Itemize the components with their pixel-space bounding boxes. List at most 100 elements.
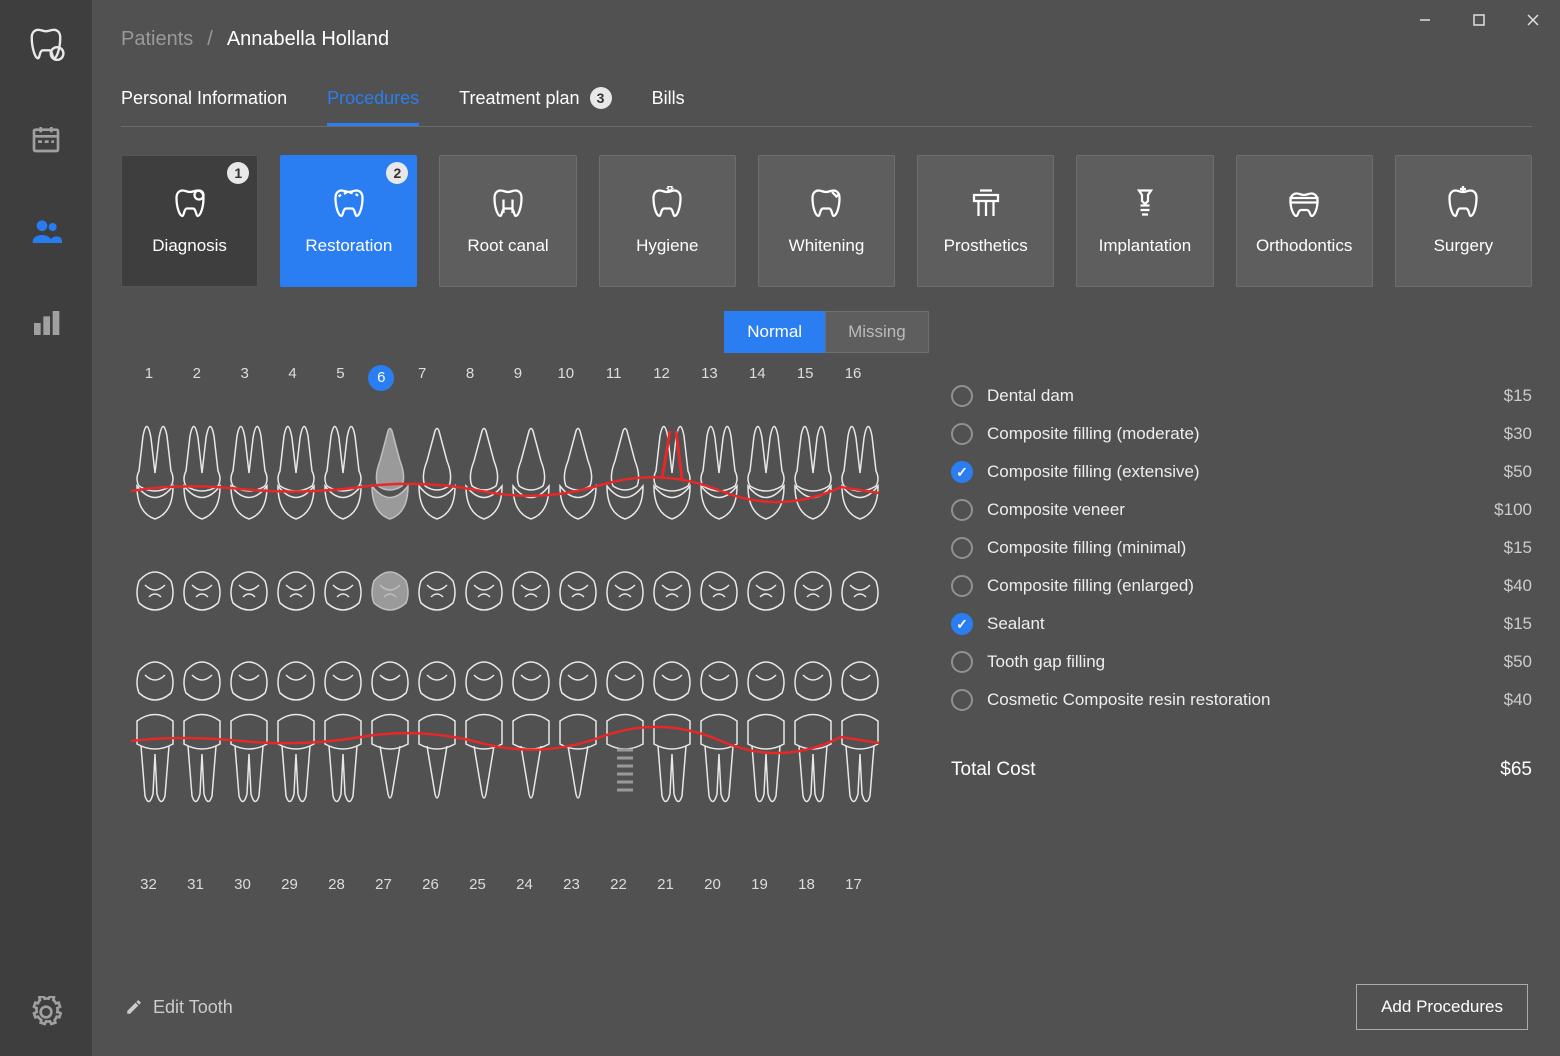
option-composite-filling-extensive-[interactable]: Composite filling (extensive)$50	[951, 453, 1532, 491]
tooth-number-10[interactable]: 10	[546, 365, 586, 391]
tab-treatment-plan[interactable]: Treatment plan3	[459, 87, 611, 126]
option-composite-filling-minimal-[interactable]: Composite filling (minimal)$15	[951, 529, 1532, 567]
option-price: $40	[1504, 690, 1532, 710]
option-radio[interactable]	[951, 537, 973, 559]
option-label: Composite filling (enlarged)	[987, 576, 1490, 596]
tab-personal-information[interactable]: Personal Information	[121, 87, 287, 126]
tooth-number-32[interactable]: 32	[129, 876, 169, 893]
option-composite-filling-moderate-[interactable]: Composite filling (moderate)$30	[951, 415, 1532, 453]
tooth-number-18[interactable]: 18	[787, 876, 827, 893]
stats-icon[interactable]	[30, 307, 62, 339]
option-price: $15	[1504, 386, 1532, 406]
tooth-number-7[interactable]: 7	[402, 365, 442, 391]
tooth-number-1[interactable]: 1	[129, 365, 169, 391]
option-radio[interactable]	[951, 423, 973, 445]
category-restoration[interactable]: 2 Restoration	[280, 155, 417, 287]
procedure-category-row: 1Diagnosis 2 Restoration Root canal Hygiene W…	[121, 155, 1532, 287]
category-label: Hygiene	[636, 236, 698, 256]
tooth-number-25[interactable]: 25	[458, 876, 498, 893]
category-implantation[interactable]: Implantation	[1076, 155, 1213, 287]
tooth-number-16[interactable]: 16	[833, 365, 873, 391]
option-tooth-gap-filling[interactable]: Tooth gap filling$50	[951, 643, 1532, 681]
option-dental-dam[interactable]: Dental dam$15	[951, 377, 1532, 415]
category-icon	[808, 186, 844, 222]
tooth-number-3[interactable]: 3	[225, 365, 265, 391]
category-prosthetics[interactable]: Prosthetics	[917, 155, 1054, 287]
option-label: Composite filling (minimal)	[987, 538, 1490, 558]
tooth-number-26[interactable]: 26	[411, 876, 451, 893]
tooth-number-22[interactable]: 22	[599, 876, 639, 893]
category-whitening[interactable]: Whitening	[758, 155, 895, 287]
sidebar	[0, 0, 93, 1056]
tooth-number-28[interactable]: 28	[317, 876, 357, 893]
patients-icon[interactable]	[30, 215, 62, 247]
tooth-number-24[interactable]: 24	[505, 876, 545, 893]
edit-tooth-button[interactable]: Edit Tooth	[125, 997, 233, 1018]
tooth-number-29[interactable]: 29	[270, 876, 310, 893]
option-radio[interactable]	[951, 689, 973, 711]
total-value: $65	[1500, 759, 1532, 781]
option-composite-veneer[interactable]: Composite veneer$100	[951, 491, 1532, 529]
close-button[interactable]	[1506, 0, 1560, 40]
tooth-number-2[interactable]: 2	[177, 365, 217, 391]
tooth-number-12[interactable]: 12	[642, 365, 682, 391]
tooth-number-11[interactable]: 11	[594, 365, 634, 391]
category-icon	[1127, 186, 1163, 222]
option-radio[interactable]	[951, 575, 973, 597]
tooth-number-13[interactable]: 13	[689, 365, 729, 391]
option-composite-filling-enlarged-[interactable]: Composite filling (enlarged) $40	[951, 567, 1532, 605]
category-surgery[interactable]: Surgery	[1395, 155, 1532, 287]
tooth-number-15[interactable]: 15	[785, 365, 825, 391]
option-radio[interactable]	[951, 499, 973, 521]
add-procedures-button[interactable]: Add Procedures	[1356, 984, 1528, 1030]
category-label: Prosthetics	[944, 236, 1028, 256]
tab-procedures[interactable]: Procedures	[327, 87, 419, 126]
tooth-number-19[interactable]: 19	[740, 876, 780, 893]
category-hygiene[interactable]: Hygiene	[599, 155, 736, 287]
tooth-number-20[interactable]: 20	[693, 876, 733, 893]
option-radio[interactable]	[951, 461, 973, 483]
tab-badge: 3	[590, 87, 612, 109]
tooth-number-17[interactable]: 17	[834, 876, 874, 893]
segment-normal[interactable]: Normal	[724, 311, 825, 353]
tooth-number-4[interactable]: 4	[273, 365, 313, 391]
tooth-number-9[interactable]: 9	[498, 365, 538, 391]
option-radio[interactable]	[951, 385, 973, 407]
minimize-button[interactable]	[1398, 0, 1452, 40]
tooth-number-14[interactable]: 14	[737, 365, 777, 391]
category-label: Root canal	[467, 236, 548, 256]
category-icon	[968, 186, 1004, 222]
segment-missing[interactable]: Missing	[825, 311, 929, 353]
option-radio[interactable]	[951, 613, 973, 635]
tooth-number-27[interactable]: 27	[364, 876, 404, 893]
dental-chart[interactable]	[121, 391, 881, 871]
tab-bar: Personal Information Procedures Treatment …	[121, 87, 1532, 127]
category-icon	[490, 186, 526, 222]
category-label: Restoration	[305, 236, 392, 256]
tooth-number-23[interactable]: 23	[552, 876, 592, 893]
category-badge: 2	[386, 162, 408, 184]
tooth-number-21[interactable]: 21	[646, 876, 686, 893]
tab-bills[interactable]: Bills	[652, 87, 685, 126]
tooth-number-5[interactable]: 5	[320, 365, 360, 391]
calendar-icon[interactable]	[30, 123, 62, 155]
total-label: Total Cost	[951, 759, 1035, 781]
tooth-number-31[interactable]: 31	[176, 876, 216, 893]
option-price: $40	[1504, 576, 1532, 596]
tooth-number-30[interactable]: 30	[223, 876, 263, 893]
breadcrumb: Patients / Annabella Holland	[121, 28, 1532, 51]
breadcrumb-root[interactable]: Patients	[121, 28, 193, 51]
category-diagnosis[interactable]: 1Diagnosis	[121, 155, 258, 287]
maximize-button[interactable]	[1452, 0, 1506, 40]
category-root-canal[interactable]: Root canal	[439, 155, 576, 287]
tooth-state-toggle: Normal Missing	[724, 311, 928, 353]
tooth-number-6[interactable]: 6	[368, 365, 394, 391]
tooth-number-8[interactable]: 8	[450, 365, 490, 391]
settings-gear-icon[interactable]	[30, 996, 62, 1028]
option-radio[interactable]	[951, 651, 973, 673]
option-sealant[interactable]: Sealant$15	[951, 605, 1532, 643]
tooth-logo-icon	[27, 25, 65, 63]
category-orthodontics[interactable]: Orthodontics	[1236, 155, 1373, 287]
option-cosmetic-composite-resin-restoration[interactable]: Cosmetic Composite resin restoration$40	[951, 681, 1532, 719]
category-badge: 1	[227, 162, 249, 184]
